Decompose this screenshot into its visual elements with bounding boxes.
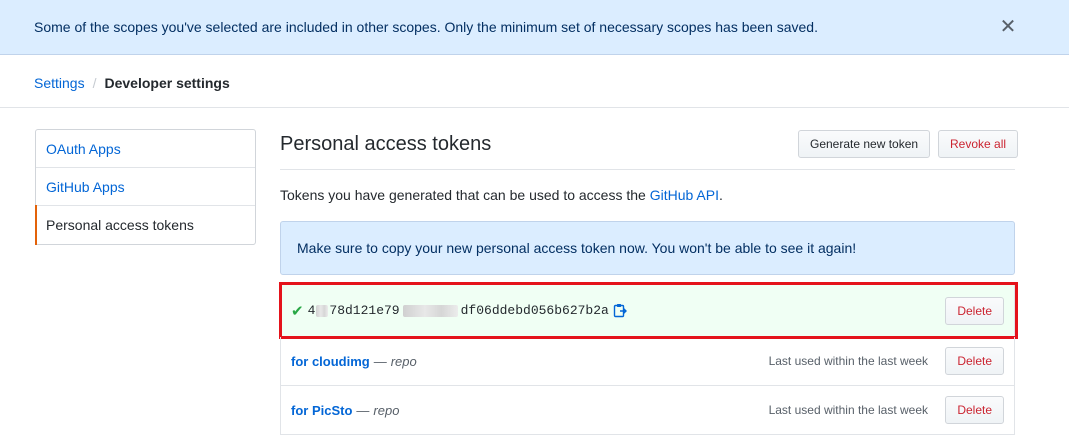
token-name-link[interactable]: for PicSto bbox=[291, 403, 352, 418]
redacted-segment bbox=[402, 304, 458, 317]
revoke-all-button[interactable]: Revoke all bbox=[938, 130, 1019, 158]
heading-divider bbox=[280, 169, 1015, 170]
new-token-row: ✔ 4 78d121e79 df06ddebd056b627b2a Delete bbox=[279, 282, 1018, 339]
intro-suffix: . bbox=[718, 187, 723, 203]
sidebar-item-oauth-apps[interactable]: OAuth Apps bbox=[36, 130, 255, 168]
page-title: Personal access tokens bbox=[280, 133, 492, 155]
token-value[interactable]: 4 78d121e79 df06ddebd056b627b2a bbox=[308, 303, 609, 318]
token-value-start: 4 bbox=[307, 303, 316, 318]
redacted-segment bbox=[316, 304, 329, 317]
token-list: ✔ 4 78d121e79 df06ddebd056b627b2a Delete f… bbox=[279, 282, 1018, 435]
token-last-used: Last used within the last week bbox=[768, 403, 928, 417]
breadcrumb-settings-link[interactable]: Settings bbox=[34, 75, 85, 91]
developer-settings-menu: OAuth Apps GitHub Apps Personal access t… bbox=[35, 129, 256, 245]
header-divider bbox=[0, 107, 1069, 108]
delete-token-button[interactable]: Delete bbox=[945, 396, 1004, 424]
token-value-end: df06ddebd056b627b2a bbox=[460, 303, 609, 318]
intro-prefix: Tokens you have generated that can be us… bbox=[280, 187, 650, 203]
token-row: for PicSto — repo Last used within the l… bbox=[280, 386, 1015, 435]
token-value-part2: 78d121e79 bbox=[329, 303, 400, 318]
flash-banner: Some of the scopes you've selected are i… bbox=[0, 0, 1069, 55]
breadcrumb-current: Developer settings bbox=[104, 75, 230, 91]
copy-token-notice: Make sure to copy your new personal acce… bbox=[280, 221, 1015, 275]
check-icon: ✔ bbox=[291, 302, 304, 320]
token-last-used: Last used within the last week bbox=[768, 354, 928, 368]
flash-message: Some of the scopes you've selected are i… bbox=[34, 19, 818, 35]
close-icon[interactable]: ✕ bbox=[999, 17, 1017, 37]
generate-new-token-button[interactable]: Generate new token bbox=[798, 130, 931, 158]
github-api-link[interactable]: GitHub API bbox=[650, 187, 719, 203]
token-scope: repo bbox=[390, 353, 417, 369]
token-separator: — bbox=[356, 402, 370, 418]
breadcrumb: Settings / Developer settings bbox=[34, 72, 230, 94]
token-separator: — bbox=[373, 353, 387, 369]
token-row: for cloudimg — repo Last used within the… bbox=[280, 337, 1015, 386]
sidebar-item-personal-access-tokens[interactable]: Personal access tokens bbox=[35, 205, 255, 245]
delete-token-button[interactable]: Delete bbox=[945, 347, 1004, 375]
clipboard-copy-icon[interactable] bbox=[613, 303, 627, 318]
intro-text: Tokens you have generated that can be us… bbox=[280, 187, 723, 203]
delete-new-token-button[interactable]: Delete bbox=[945, 296, 1004, 325]
sidebar-item-github-apps[interactable]: GitHub Apps bbox=[36, 168, 255, 206]
token-name-link[interactable]: for cloudimg bbox=[291, 354, 370, 369]
breadcrumb-separator: / bbox=[92, 75, 97, 91]
token-scope: repo bbox=[373, 402, 400, 418]
